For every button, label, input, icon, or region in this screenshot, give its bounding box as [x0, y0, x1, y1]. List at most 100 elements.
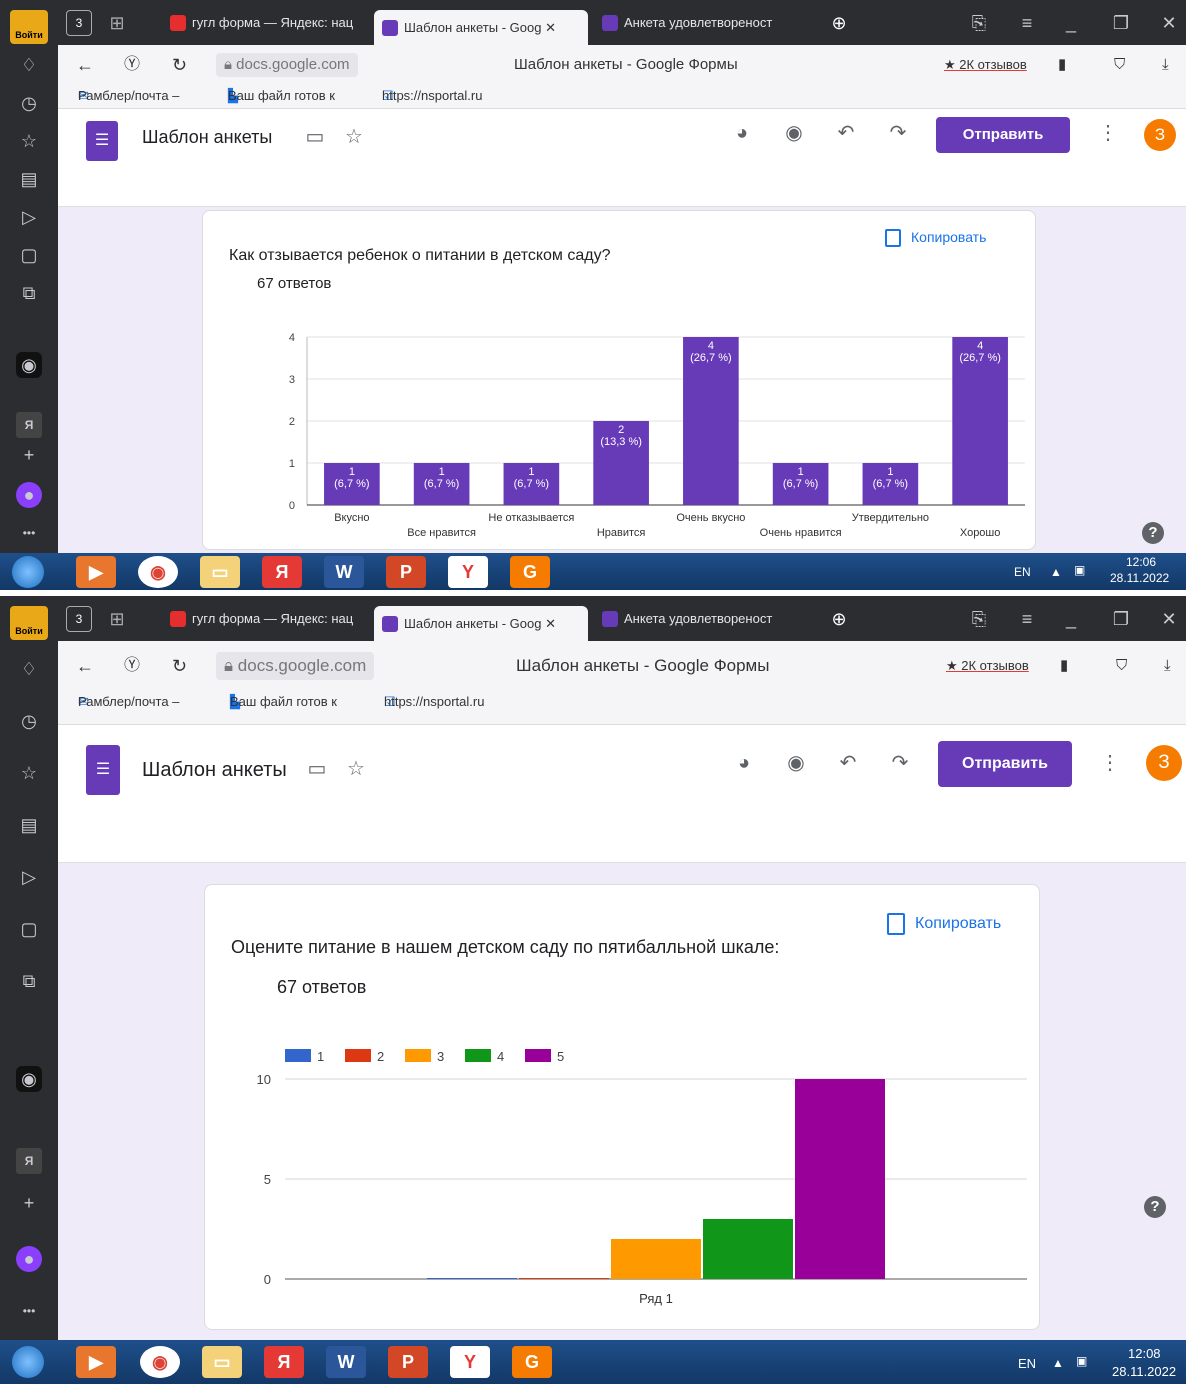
media-player-icon[interactable]: ▶: [76, 556, 116, 588]
bookmark-icon[interactable]: ▮: [1058, 45, 1066, 85]
collections-icon[interactable]: ▤: [16, 812, 42, 838]
screenshot-icon[interactable]: ⧉: [16, 968, 42, 994]
help-icon[interactable]: ?: [1142, 522, 1164, 544]
alice-icon[interactable]: ●: [16, 482, 42, 508]
hamburger-icon[interactable]: ≡: [1014, 10, 1040, 36]
explorer-icon[interactable]: ▭: [200, 556, 240, 588]
powerpoint-icon[interactable]: P: [386, 556, 426, 588]
avatar[interactable]: З: [1146, 745, 1182, 781]
yandex-icon[interactable]: Y: [448, 556, 488, 588]
back-icon[interactable]: ←: [76, 641, 94, 691]
yandex-badge-icon[interactable]: Я: [16, 412, 42, 438]
star-icon[interactable]: ☆: [16, 128, 42, 154]
yandex-browser-icon[interactable]: Я: [262, 556, 302, 588]
network-icon[interactable]: ▣: [1076, 1354, 1087, 1368]
yandex-y-icon[interactable]: Ⓨ: [124, 641, 140, 691]
login-button[interactable]: Войти: [10, 606, 48, 640]
folder-icon[interactable]: ▭: [301, 123, 329, 151]
redo-icon[interactable]: ↷: [886, 749, 914, 777]
tabs-icon[interactable]: ▢: [16, 242, 42, 268]
close-icon[interactable]: ✕: [1156, 606, 1182, 632]
play-icon[interactable]: ▷: [16, 864, 42, 890]
new-tab-icon[interactable]: ⊕: [826, 10, 852, 36]
send-button[interactable]: Отправить: [936, 117, 1070, 153]
reviews-link[interactable]: ★ 2К отзывов: [946, 641, 1029, 691]
send-button[interactable]: Отправить: [938, 741, 1072, 787]
tab-yandex-search[interactable]: гугл форма — Яндекс: нац: [162, 604, 368, 634]
folder-icon[interactable]: ▭: [303, 755, 331, 783]
word-icon[interactable]: W: [324, 556, 364, 588]
more-vert-icon[interactable]: ⋮: [1096, 749, 1124, 777]
more-icon[interactable]: •••: [16, 1298, 42, 1324]
download-icon[interactable]: ⤓: [1164, 641, 1171, 691]
reload-icon[interactable]: ↻: [172, 641, 187, 691]
start-button[interactable]: [12, 556, 44, 588]
star-icon[interactable]: ☆: [16, 760, 42, 786]
camera-icon[interactable]: ◉: [16, 352, 42, 378]
pdf-icon[interactable]: G: [510, 556, 550, 588]
extension-icon[interactable]: ⛉: [1116, 641, 1127, 691]
chrome-icon[interactable]: ◉: [140, 1346, 180, 1378]
star-icon[interactable]: ☆: [340, 123, 368, 151]
tab-form-template[interactable]: Шаблон анкеты - Goog ✕: [374, 606, 588, 641]
download-icon[interactable]: ⤓: [1162, 45, 1169, 85]
close-icon[interactable]: ✕: [1156, 10, 1182, 36]
bell-icon[interactable]: ♢: [16, 656, 42, 682]
yandex-browser-icon[interactable]: Я: [264, 1346, 304, 1378]
star-icon[interactable]: ☆: [342, 755, 370, 783]
start-button[interactable]: [12, 1346, 44, 1378]
minimize-icon[interactable]: _: [1058, 10, 1084, 36]
language-indicator[interactable]: EN: [1014, 565, 1031, 579]
screenshot-icon[interactable]: ⧉: [16, 280, 42, 306]
yandex-badge-icon[interactable]: Я: [16, 1148, 42, 1174]
login-button[interactable]: Войти: [10, 10, 48, 44]
tab-survey[interactable]: Анкета удовлетвореност: [594, 8, 800, 38]
play-icon[interactable]: ▷: [16, 204, 42, 230]
yandex-icon[interactable]: Y: [450, 1346, 490, 1378]
minimize-icon[interactable]: _: [1058, 606, 1084, 632]
media-player-icon[interactable]: ▶: [76, 1346, 116, 1378]
palette-icon[interactable]: ◕: [730, 749, 758, 777]
avatar[interactable]: З: [1144, 119, 1176, 151]
reviews-link[interactable]: ★ 2К отзывов: [944, 45, 1027, 85]
language-indicator[interactable]: EN: [1018, 1356, 1036, 1371]
bookmark-icon[interactable]: ▮: [1060, 641, 1068, 691]
more-vert-icon[interactable]: ⋮: [1094, 119, 1122, 147]
tab-count-icon[interactable]: 3: [66, 606, 92, 632]
powerpoint-icon[interactable]: P: [388, 1346, 428, 1378]
redo-icon[interactable]: ↷: [884, 119, 912, 147]
undo-icon[interactable]: ↶: [834, 749, 862, 777]
tray-arrow-icon[interactable]: ▲: [1050, 565, 1062, 579]
undo-icon[interactable]: ↶: [832, 119, 860, 147]
alice-icon[interactable]: ●: [16, 1246, 42, 1272]
tab-survey[interactable]: Анкета удовлетвореност: [594, 604, 800, 634]
more-icon[interactable]: •••: [16, 520, 42, 546]
bell-icon[interactable]: ♢: [16, 52, 42, 78]
new-tab-group-icon[interactable]: ⊞: [104, 606, 130, 632]
chrome-icon[interactable]: ◉: [138, 556, 178, 588]
url-field[interactable]: 🔒︎ docs.google.com: [216, 652, 375, 680]
pdf-icon[interactable]: G: [512, 1346, 552, 1378]
camera-icon[interactable]: ◉: [16, 1066, 42, 1092]
restore-icon[interactable]: ❐: [1108, 606, 1134, 632]
new-tab-group-icon[interactable]: ⊞: [104, 10, 130, 36]
clock-icon[interactable]: ◷: [16, 708, 42, 734]
tab-menu-icon[interactable]: ⎘: [966, 606, 992, 632]
tab-form-template[interactable]: Шаблон анкеты - Goog ✕: [374, 10, 588, 45]
restore-icon[interactable]: ❐: [1108, 10, 1134, 36]
url-field[interactable]: 🔒︎ docs.google.com: [216, 53, 358, 77]
tab-yandex-search[interactable]: гугл форма — Яндекс: нац: [162, 8, 368, 38]
new-tab-icon[interactable]: ⊕: [826, 606, 852, 632]
hamburger-icon[interactable]: ≡: [1014, 606, 1040, 632]
collections-icon[interactable]: ▤: [16, 166, 42, 192]
extension-icon[interactable]: ⛉: [1114, 45, 1125, 85]
palette-icon[interactable]: ◕: [728, 119, 756, 147]
explorer-icon[interactable]: ▭: [202, 1346, 242, 1378]
forms-logo-icon[interactable]: ☰: [86, 121, 118, 161]
back-icon[interactable]: ←: [76, 45, 94, 85]
clock-icon[interactable]: ◷: [16, 90, 42, 116]
preview-eye-icon[interactable]: ◉: [780, 119, 808, 147]
tab-menu-icon[interactable]: ⎘: [966, 10, 992, 36]
add-icon[interactable]: +: [16, 1190, 42, 1216]
help-icon[interactable]: ?: [1144, 1196, 1166, 1218]
